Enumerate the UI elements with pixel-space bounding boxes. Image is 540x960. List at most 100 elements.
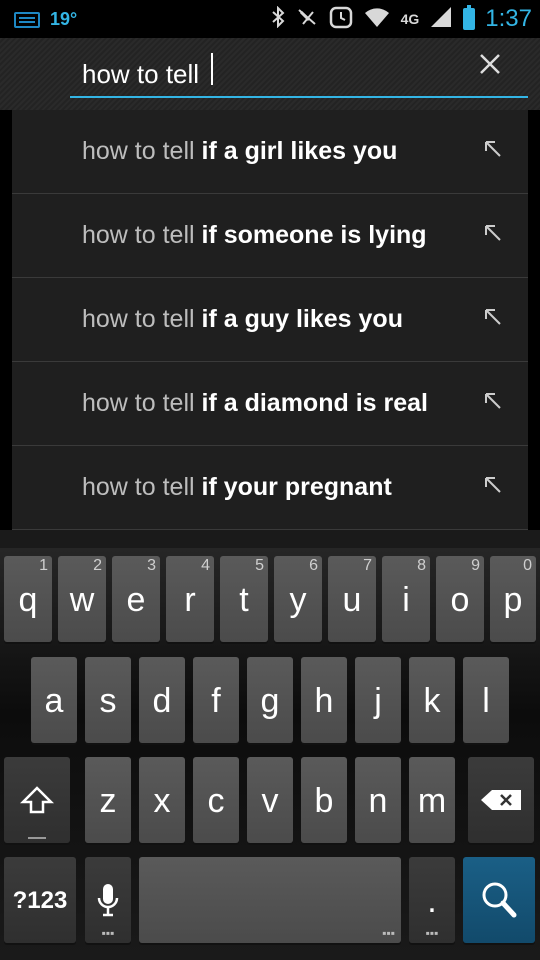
key-hint: 8 [417,557,426,574]
key-s[interactable]: s [85,657,131,743]
key-label: e [126,581,146,619]
suggestion-prefix: how to tell [82,221,195,249]
backspace-icon [481,790,521,810]
suggestion-item[interactable]: how to tell if a guy likes you [12,278,528,362]
vibrate-icon [295,6,319,32]
key-label: i [402,581,410,619]
microphone-icon [97,884,119,917]
more-indicator: ▪▪▪ [425,926,439,940]
key-label: f [211,682,221,720]
key-label: v [261,782,279,820]
key-hint: 0 [523,557,532,574]
key-label: u [342,581,362,619]
key-hint: 1 [39,557,48,574]
key-g[interactable]: g [247,657,293,743]
key-m[interactable]: m [409,757,455,843]
suggestion-text: how to tell if someone is lying [82,221,427,250]
suggestion-item[interactable]: how to tell if a girl likes you [12,110,528,194]
soft-keyboard: 1q 2w 3e 4r 5t 6y 7u 8i 9o 0p a s d f g … [0,548,540,960]
key-u[interactable]: 7u [328,556,376,642]
insert-query-arrow-icon[interactable] [482,474,504,496]
key-j[interactable]: j [355,657,401,743]
key-label: h [314,682,334,720]
suggestion-list: how to tell if a girl likes you how to t… [12,110,528,530]
suggestion-prefix: how to tell [82,137,195,165]
key-label: k [423,682,441,720]
key-hint: 2 [93,557,102,574]
suggestion-suffix: if a diamond is real [201,389,428,417]
key-label: x [153,782,171,820]
insert-query-arrow-icon[interactable] [482,138,504,160]
key-k[interactable]: k [409,657,455,743]
key-n[interactable]: n [355,757,401,843]
insert-query-arrow-icon[interactable] [482,390,504,412]
wifi-icon [363,6,391,32]
key-label: z [99,782,117,820]
key-o[interactable]: 9o [436,556,484,642]
key-label: w [69,581,95,619]
key-hint: 4 [201,557,210,574]
battery-icon [463,5,476,30]
key-x[interactable]: x [139,757,185,843]
key-w[interactable]: 2w [58,556,106,642]
voice-input-key[interactable]: ▪▪▪ [85,857,131,943]
symbols-key[interactable]: ?123 [4,857,76,943]
key-t[interactable]: 5t [220,556,268,642]
search-icon [482,882,517,918]
bluetooth-icon [271,5,285,32]
key-v[interactable]: v [247,757,293,843]
suggestion-text: how to tell if a girl likes you [82,137,397,166]
key-label: p [503,581,523,619]
suggestions-footer [0,530,540,548]
suggestion-text: how to tell if a guy likes you [82,305,403,334]
key-a[interactable]: a [31,657,77,743]
space-key[interactable]: ▪▪▪ [139,857,401,943]
key-label: l [482,682,490,720]
status-bar: 19° 4G 1:37 [0,0,540,38]
search-key[interactable] [463,857,535,943]
key-c[interactable]: c [193,757,239,843]
key-i[interactable]: 8i [382,556,430,642]
shift-key[interactable] [4,757,70,843]
key-p[interactable]: 0p [490,556,536,642]
key-r[interactable]: 4r [166,556,214,642]
key-h[interactable]: h [301,657,347,743]
key-d[interactable]: d [139,657,185,743]
backspace-key[interactable] [468,757,534,843]
key-z[interactable]: z [85,757,131,843]
key-e[interactable]: 3e [112,556,160,642]
key-q[interactable]: 1q [4,556,52,642]
search-input[interactable] [70,52,528,98]
suggestion-text: how to tell if a diamond is real [82,389,428,418]
suggestion-suffix: if your pregnant [201,473,392,501]
insert-query-arrow-icon[interactable] [482,306,504,328]
key-hint: 5 [255,557,264,574]
suggestion-item[interactable]: how to tell if your pregnant [12,446,528,530]
signal-icon [429,6,453,32]
suggestion-suffix: if a girl likes you [201,137,398,165]
key-label: n [368,782,388,820]
more-indicator: ▪▪▪ [101,926,115,940]
text-caret [211,53,213,85]
period-key[interactable]: . ▪▪▪ [409,857,455,943]
key-f[interactable]: f [193,657,239,743]
key-label: g [260,682,280,720]
suggestion-prefix: how to tell [82,305,195,333]
shift-indicator [28,837,46,839]
suggestion-item[interactable]: how to tell if someone is lying [12,194,528,278]
key-b[interactable]: b [301,757,347,843]
status-icons: 4G 1:37 [271,0,532,38]
close-icon[interactable] [474,50,506,82]
suggestion-prefix: how to tell [82,473,195,501]
key-label: c [207,782,225,820]
more-indicator: ▪▪▪ [382,926,395,940]
key-y[interactable]: 6y [274,556,322,642]
suggestion-suffix: if someone is lying [201,221,427,249]
insert-query-arrow-icon[interactable] [482,222,504,244]
key-hint: 6 [309,557,318,574]
key-label: t [239,581,249,619]
suggestion-text: how to tell if your pregnant [82,473,392,502]
key-label: o [450,581,470,619]
key-l[interactable]: l [463,657,509,743]
suggestion-item[interactable]: how to tell if a diamond is real [12,362,528,446]
